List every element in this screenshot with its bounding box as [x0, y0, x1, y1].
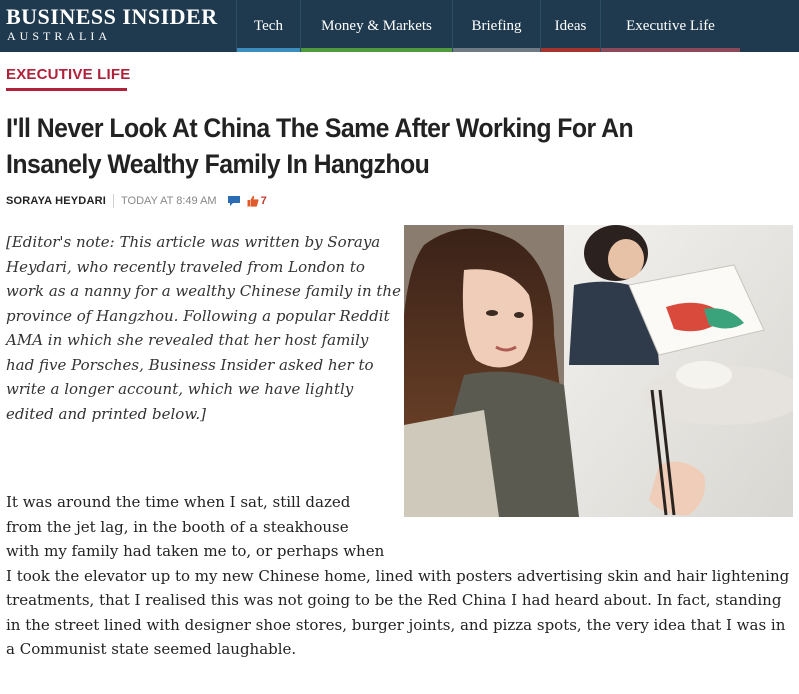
- logo-edition: AUSTRALIA: [7, 29, 111, 43]
- author-name[interactable]: SORAYA HEYDARI: [6, 195, 106, 207]
- article-headline: I'll Never Look At China The Same After …: [6, 113, 634, 179]
- nav-item-ideas[interactable]: Ideas: [540, 0, 600, 52]
- nav-accent-bar: [301, 48, 452, 52]
- nav-accent-bar: [453, 48, 540, 52]
- nav-item-money-markets[interactable]: Money & Markets: [300, 0, 452, 52]
- article-photo: [404, 225, 793, 517]
- like-hand-icon: [247, 195, 259, 207]
- nav-item-briefing[interactable]: Briefing: [452, 0, 540, 52]
- publish-time: TODAY AT 8:49 AM: [121, 195, 217, 207]
- logo-wordmark: BUSINESS INSIDER: [6, 4, 218, 29]
- byline: SORAYA HEYDARI TODAY AT 8:49 AM 7: [6, 192, 267, 210]
- main-nav: Tech Money & Markets Briefing Ideas Exec…: [236, 0, 740, 52]
- category-underline: [6, 88, 127, 91]
- nav-accent-bar: [541, 48, 600, 52]
- nav-label-executive-life: Executive Life: [626, 17, 715, 34]
- byline-divider: [113, 194, 114, 208]
- nav-label-money-markets: Money & Markets: [321, 17, 432, 34]
- article-paragraph-1: It was around the time when I sat, still…: [6, 490, 792, 662]
- nav-label-tech: Tech: [254, 17, 283, 34]
- nav-accent-bar: [237, 48, 300, 52]
- nav-item-executive-life[interactable]: Executive Life: [600, 0, 740, 52]
- category-link[interactable]: EXECUTIVE LIFE: [6, 66, 131, 83]
- top-navigation-bar: BUSINESS INSIDER AUSTRALIA Tech Money & …: [0, 0, 799, 52]
- nav-label-briefing: Briefing: [471, 17, 522, 34]
- like-count: 7: [260, 195, 267, 207]
- editors-note: [Editor's note: This article was written…: [6, 233, 401, 423]
- nav-label-ideas: Ideas: [554, 17, 587, 34]
- like-button[interactable]: 7: [247, 195, 267, 207]
- site-logo[interactable]: BUSINESS INSIDER AUSTRALIA: [6, 4, 234, 48]
- nav-item-tech[interactable]: Tech: [236, 0, 300, 52]
- comment-icon[interactable]: [227, 195, 241, 207]
- nav-accent-bar: [601, 48, 740, 52]
- photo-wrap-spacer: [386, 490, 792, 541]
